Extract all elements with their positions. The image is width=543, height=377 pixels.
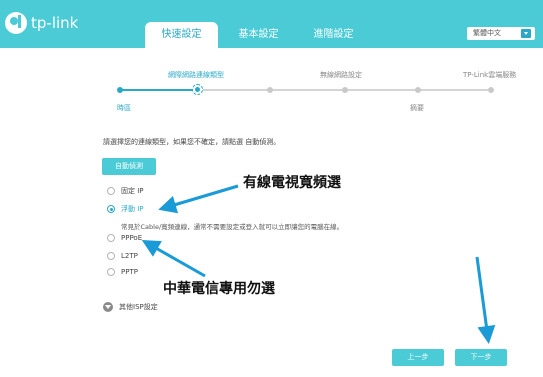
arrow-to-next-button <box>475 256 496 344</box>
arrow-to-pppoe <box>141 240 206 278</box>
annotation-arrows <box>141 184 496 344</box>
arrow-to-dynamic-ip <box>158 184 239 214</box>
